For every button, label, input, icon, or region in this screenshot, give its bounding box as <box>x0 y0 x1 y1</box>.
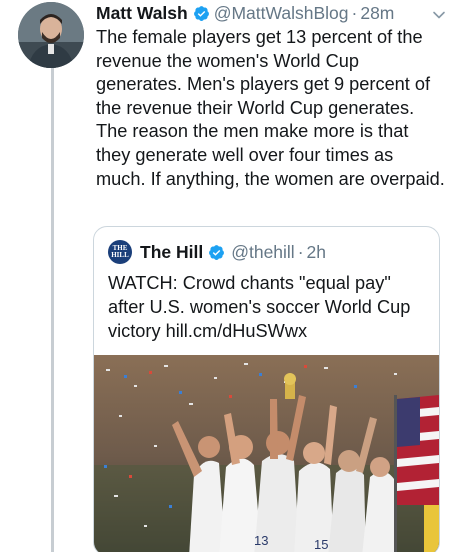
tweet-header: Matt Walsh @MattWalshBlog · 28m <box>96 2 446 24</box>
svg-text:15: 15 <box>314 537 328 552</box>
quoted-timestamp[interactable]: 2h <box>307 242 326 263</box>
tweet-text: The female players get 13 percent of the… <box>96 27 445 189</box>
separator-dot: · <box>297 241 304 262</box>
author-handle[interactable]: @MattWalshBlog <box>214 2 349 24</box>
chevron-down-icon[interactable] <box>432 5 446 19</box>
timestamp[interactable]: 28m <box>360 2 394 24</box>
thread-connector-line <box>51 68 54 552</box>
the-hill-logo: THE HILL <box>108 240 132 264</box>
quoted-tweet-card[interactable]: THE HILL The Hill @thehill · 2h WATCH: Cr… <box>93 226 440 552</box>
avatar-photo <box>18 2 84 68</box>
separator-dot: · <box>351 3 358 23</box>
quoted-author-handle[interactable]: @thehill <box>231 242 295 263</box>
quoted-author-name[interactable]: The Hill <box>140 242 203 263</box>
avatar[interactable] <box>18 2 84 68</box>
quoted-tweet-text: WATCH: Crowd chants "equal pay" after U.… <box>108 273 411 341</box>
author-name[interactable]: Matt Walsh <box>96 2 188 24</box>
quoted-tweet-photo[interactable]: 13 15 <box>94 355 439 552</box>
quoted-tweet-header: THE HILL The Hill @thehill · 2h <box>108 239 326 265</box>
celebration-photo: 13 15 <box>94 355 439 552</box>
verified-badge-icon <box>208 244 225 261</box>
verified-badge-icon <box>193 5 210 22</box>
svg-text:13: 13 <box>254 533 268 548</box>
